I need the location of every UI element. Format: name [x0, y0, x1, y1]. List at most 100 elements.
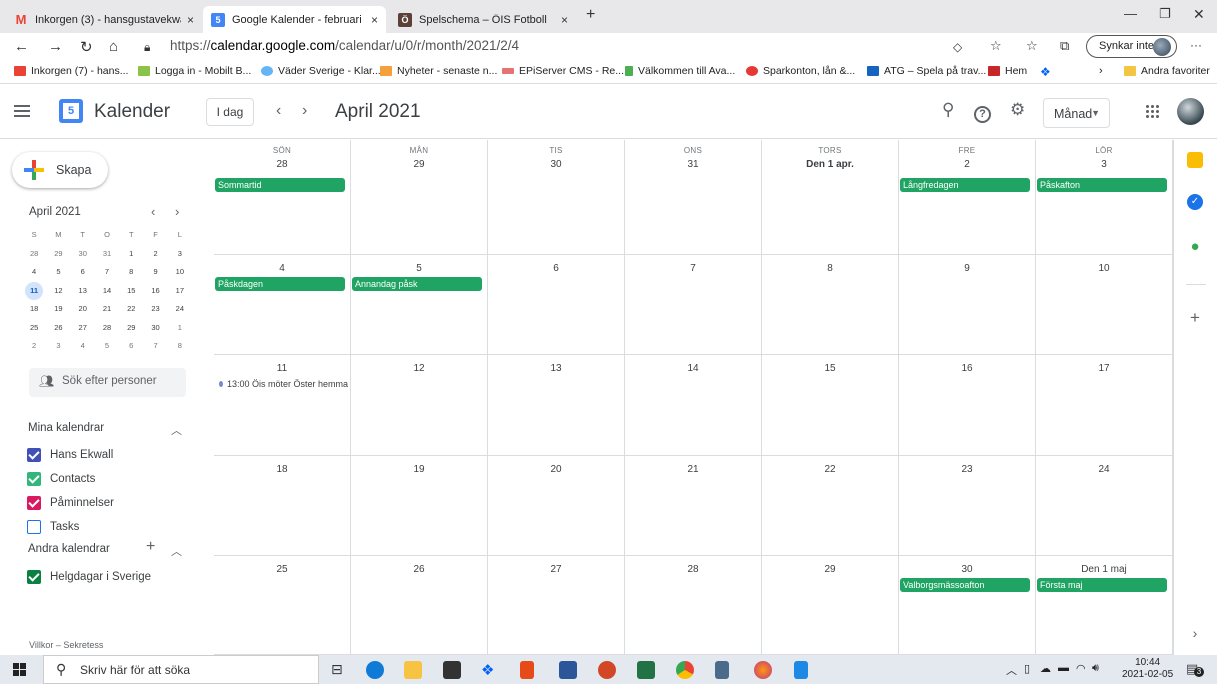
- day-cell[interactable]: 27: [488, 556, 625, 655]
- add-favorite-icon[interactable]: ☆: [990, 38, 1002, 54]
- dropbox-icon[interactable]: ❖: [481, 661, 499, 679]
- user-avatar[interactable]: [1177, 98, 1204, 125]
- mini-day[interactable]: 11: [22, 281, 46, 301]
- lock-icon[interactable]: 🔒︎: [144, 40, 150, 55]
- help-icon[interactable]: ?: [974, 106, 991, 123]
- minimize-icon[interactable]: —: [1124, 6, 1137, 21]
- mini-day[interactable]: 26: [46, 319, 70, 338]
- office-icon[interactable]: [520, 661, 534, 679]
- day-number[interactable]: 29: [762, 564, 898, 575]
- mini-prev-icon[interactable]: ‹: [151, 204, 155, 219]
- calendar-list-item[interactable]: Tasks: [27, 518, 79, 536]
- store-icon[interactable]: [443, 661, 461, 679]
- mini-day[interactable]: 20: [71, 300, 95, 319]
- mini-day[interactable]: 3: [168, 245, 192, 264]
- word-icon[interactable]: [559, 661, 577, 679]
- day-number[interactable]: 5: [351, 263, 487, 274]
- notifications-icon[interactable]: ▤ 3: [1186, 661, 1204, 677]
- allday-event[interactable]: Långfredagen: [900, 178, 1030, 192]
- day-cell[interactable]: 20: [488, 456, 625, 556]
- day-cell[interactable]: 29: [762, 556, 899, 655]
- mini-day[interactable]: 8: [119, 263, 143, 282]
- chevron-right-icon[interactable]: ›: [1099, 65, 1103, 77]
- day-cell[interactable]: 23: [899, 456, 1036, 556]
- day-cell[interactable]: LÖR 3: [1036, 140, 1173, 255]
- mini-day[interactable]: 30: [71, 245, 95, 264]
- day-cell[interactable]: MÅN 29: [351, 140, 488, 255]
- day-number[interactable]: 2: [899, 159, 1035, 170]
- add-addon-icon[interactable]: +: [1187, 308, 1203, 327]
- apps-grid-icon[interactable]: [1145, 104, 1159, 118]
- checkbox-checked-icon[interactable]: [27, 496, 41, 510]
- add-calendar-icon[interactable]: +: [146, 538, 155, 556]
- my-calendars-title[interactable]: Mina kalendrar: [28, 422, 104, 434]
- day-cell[interactable]: FRE 2: [899, 140, 1036, 255]
- day-number[interactable]: 17: [1036, 363, 1172, 374]
- forward-icon[interactable]: →: [48, 38, 63, 55]
- mini-day[interactable]: 1: [168, 319, 192, 338]
- day-cell[interactable]: 26: [351, 556, 488, 655]
- bookmark-item[interactable]: ATG – Spela på trav...: [867, 65, 986, 77]
- volume-icon[interactable]: 🔊︎: [1092, 662, 1099, 675]
- clock[interactable]: 10:44 2021-02-05: [1122, 657, 1173, 681]
- edge-icon[interactable]: [366, 661, 384, 679]
- day-cell[interactable]: 24: [1036, 456, 1173, 556]
- expand-panel-icon[interactable]: ›: [1187, 625, 1203, 641]
- day-number[interactable]: 26: [351, 564, 487, 575]
- allday-event[interactable]: Påskdagen: [215, 277, 345, 291]
- day-number[interactable]: 30: [488, 159, 624, 170]
- view-select[interactable]: Månad ▼: [1043, 98, 1110, 128]
- terms-link[interactable]: Villkor – Sekretess: [29, 640, 103, 650]
- day-cell[interactable]: TORS Den 1 apr.: [762, 140, 899, 255]
- prev-month-icon[interactable]: ‹: [276, 102, 281, 120]
- day-number[interactable]: 10: [1036, 263, 1172, 274]
- day-cell[interactable]: 15: [762, 355, 899, 456]
- day-cell[interactable]: 30: [899, 556, 1036, 655]
- day-number[interactable]: 23: [899, 464, 1035, 475]
- tasks-icon[interactable]: ✓: [1187, 194, 1203, 210]
- settings-icon[interactable]: ⚙: [1010, 100, 1025, 120]
- mini-day[interactable]: 4: [22, 263, 46, 282]
- day-cell[interactable]: 17: [1036, 355, 1173, 456]
- mini-day[interactable]: 24: [168, 300, 192, 319]
- allday-event[interactable]: Annandag påsk: [352, 277, 482, 291]
- day-cell[interactable]: Den 1 maj: [1036, 556, 1173, 655]
- day-cell[interactable]: 22: [762, 456, 899, 556]
- day-number[interactable]: 27: [488, 564, 624, 575]
- more-icon[interactable]: ···: [1190, 38, 1202, 52]
- mini-day[interactable]: 6: [71, 263, 95, 282]
- day-number[interactable]: 20: [488, 464, 624, 475]
- mini-day[interactable]: 6: [119, 337, 143, 356]
- day-cell[interactable]: 7: [625, 255, 762, 355]
- chevron-up-icon[interactable]: ︿: [171, 422, 182, 438]
- excel-icon[interactable]: [637, 661, 655, 679]
- back-icon[interactable]: ←: [14, 38, 29, 55]
- mini-day[interactable]: 12: [46, 282, 70, 301]
- mini-day[interactable]: 28: [22, 245, 46, 264]
- calendar-list-item[interactable]: Påminnelser: [27, 494, 114, 512]
- mini-day[interactable]: 9: [143, 263, 167, 282]
- mini-day[interactable]: 31: [95, 245, 119, 264]
- maps-icon[interactable]: ●: [1187, 238, 1203, 255]
- collections-icon[interactable]: ⧉: [1060, 38, 1069, 54]
- favorites-icon[interactable]: ☆: [1026, 38, 1038, 54]
- mini-day[interactable]: 1: [119, 245, 143, 264]
- tab-close-icon[interactable]: ×: [555, 13, 568, 27]
- day-number[interactable]: 22: [762, 464, 898, 475]
- day-number[interactable]: 24: [1036, 464, 1172, 475]
- tray-chevron-icon[interactable]: ︿: [1006, 662, 1017, 678]
- day-number[interactable]: 11: [214, 363, 350, 374]
- mini-day[interactable]: 29: [119, 319, 143, 338]
- today-button[interactable]: I dag: [206, 98, 254, 126]
- new-tab-button[interactable]: +: [586, 6, 595, 24]
- mini-day[interactable]: 7: [95, 263, 119, 282]
- day-number[interactable]: 7: [625, 263, 761, 274]
- mini-day[interactable]: 14: [95, 282, 119, 301]
- tab-close-icon[interactable]: ×: [365, 13, 378, 27]
- taskbar-search-input[interactable]: ⚲ Skriv här för att söka: [43, 655, 319, 684]
- day-number[interactable]: 6: [488, 263, 624, 274]
- task-view-icon[interactable]: ⊟: [331, 661, 349, 679]
- timed-event[interactable]: 13:00 Öis möter Öster hemma: [219, 379, 348, 389]
- day-cell[interactable]: 10: [1036, 255, 1173, 355]
- mini-day[interactable]: 25: [22, 319, 46, 338]
